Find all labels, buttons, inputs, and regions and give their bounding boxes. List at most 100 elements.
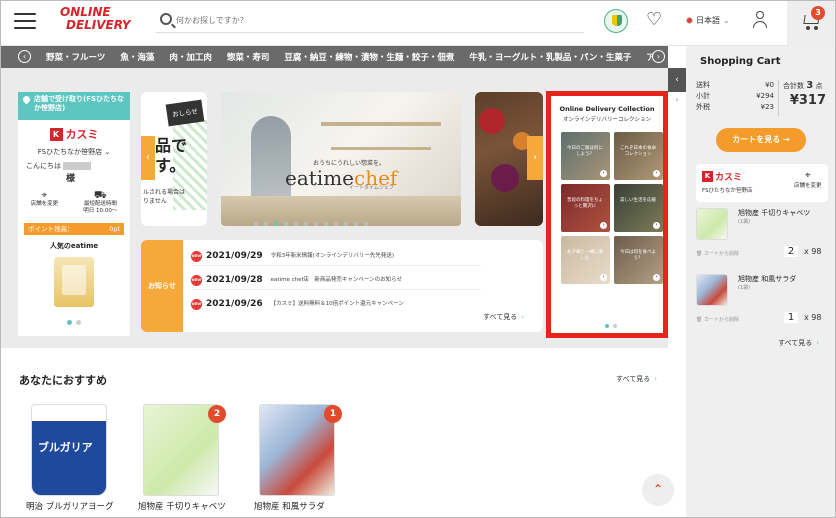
pager-dot[interactable]	[613, 324, 617, 328]
category-item[interactable]: 野菜・フルーツ	[46, 53, 105, 63]
pager-dot[interactable]	[254, 222, 258, 226]
quantity-input[interactable]: 2	[784, 246, 798, 257]
category-item[interactable]: 肉・加工肉	[169, 53, 212, 63]
cart-item-name[interactable]: 旭物産 和風サラダ	[738, 274, 796, 284]
kasumi-logo: K カスミ	[702, 170, 742, 183]
news-date: 2021/09/26	[206, 299, 263, 309]
recommend-section: あなたにおすすめ すべて見る› 明治 ブルガリアヨーグ 2 旭物産 千切りキャベ…	[0, 348, 668, 518]
product-card[interactable]: 明治 ブルガリアヨーグ	[26, 404, 113, 514]
pager-dot[interactable]	[67, 320, 72, 325]
recommend-more-link[interactable]: すべて見る ›	[616, 374, 657, 384]
news-text: 令和3年新米情報(オンラインデリバリー先先発送)	[270, 253, 394, 259]
search-icon[interactable]	[160, 13, 172, 25]
beginner-mark-icon[interactable]	[604, 9, 628, 33]
pager-dot[interactable]	[304, 222, 308, 226]
chevron-right-icon: ›	[653, 274, 660, 281]
cart-change-store-button[interactable]: ⌖ 店舗を変更	[794, 170, 822, 189]
category-item[interactable]: 魚・海藻	[120, 53, 154, 63]
chevron-left-icon: ‹	[675, 75, 679, 85]
quantity-input[interactable]: 1	[784, 312, 798, 323]
pager-dot[interactable]	[324, 222, 328, 226]
collection-pager	[603, 320, 619, 331]
remove-from-cart-button[interactable]: 🗑 カートから削除	[696, 250, 739, 257]
vegetable-image	[491, 164, 519, 192]
cart-title: Shopping Cart	[700, 56, 781, 67]
category-nav: ‹ 野菜・フルーツ 魚・海藻 肉・加工肉 惣菜・寿司 豆腐・納豆・練物・漬物・生麺・餃子…	[0, 46, 668, 68]
news-label: お知らせ	[141, 240, 183, 332]
vegetable-image	[479, 108, 505, 134]
pager-dot[interactable]	[274, 222, 278, 226]
product-card[interactable]: 2 旭物産 千切りキャベツ	[138, 404, 226, 514]
popular-product-image[interactable]	[54, 257, 94, 307]
pager-dot[interactable]	[314, 222, 318, 226]
chevron-right-icon: ›	[653, 222, 660, 229]
banner-prev-arrow-icon[interactable]: ‹	[141, 136, 155, 180]
news-item[interactable]: NEW 2021/09/26 【カスミ】送料無料＆10倍ポイント還元キャンペーン	[191, 294, 481, 314]
collection-title-jp: オンラインデリバリーコレクション	[562, 117, 651, 123]
chevron-right-icon: ›	[600, 170, 607, 177]
pager-dot[interactable]	[344, 222, 348, 226]
banner-next-arrow-icon[interactable]: ›	[527, 136, 543, 180]
banner-eatime-chef[interactable]: おうちにうれしい惣菜を。 eatimechef イートタイムシェフ	[221, 92, 461, 226]
product-card[interactable]: 1 旭物産 和風サラダ	[254, 404, 342, 514]
category-next-arrow-icon[interactable]: ›	[652, 50, 665, 63]
collection-tile[interactable]: 今日のご飯は何にしよう？ ›	[561, 132, 610, 180]
news-item[interactable]: NEW 2021/09/28 eatime chef店 新商品発売キャンペーンのお知…	[191, 270, 481, 290]
category-item[interactable]: 惣菜・寿司	[227, 53, 270, 63]
favorites-heart-icon[interactable]: ♡	[646, 11, 662, 29]
banner-notice-line2: す。	[155, 156, 186, 175]
category-prev-arrow-icon[interactable]: ‹	[18, 50, 31, 63]
pager-dot[interactable]	[284, 222, 288, 226]
cart-item: 旭物産 千切りキャベツ (1袋) 🗑 カートから削除 2 x 98	[696, 208, 828, 272]
store-card-header[interactable]: 店舗で受け取り(FSひたちなか笹野店)	[18, 92, 130, 120]
product-name: 旭物産 千切りキャベツ	[138, 502, 226, 512]
item-count-value: 3	[806, 80, 814, 91]
collection-tile[interactable]: 今日は何を食べよう？ ›	[614, 236, 663, 284]
collection-tile-text: お子様と一緒に楽しむ	[567, 250, 603, 261]
cart-item-image[interactable]	[696, 208, 728, 240]
pager-dot[interactable]	[334, 222, 338, 226]
change-store-button[interactable]: ⌖ 店舗を変更	[31, 191, 59, 215]
news-date: 2021/09/28	[206, 275, 263, 285]
pager-dot[interactable]	[294, 222, 298, 226]
search-input[interactable]	[176, 11, 576, 29]
category-item[interactable]: 牛乳・ヨーグルト・乳製品・パン・生菓子	[469, 53, 631, 63]
pager-dot[interactable]	[264, 222, 268, 226]
pager-dot[interactable]	[354, 222, 358, 226]
tax-row: 外税 ¥23	[696, 102, 774, 113]
category-item[interactable]: 豆腐・納豆・練物・漬物・生麺・餃子・佃煮	[284, 53, 454, 63]
language-selector[interactable]: 日本語 ⌄	[686, 15, 730, 26]
user-account-icon[interactable]	[752, 11, 768, 29]
cart-more-label: すべて見る	[778, 339, 813, 347]
subtotal-label: 小計	[696, 92, 710, 100]
store-card: 店舗で受け取り(FSひたちなか笹野店) K カスミ FSひたちなか笹野店 ⌄ こん…	[18, 92, 130, 336]
scroll-to-top-button[interactable]: ⌃	[642, 474, 674, 506]
search-bar	[156, 9, 584, 33]
cart-expand-arrow-icon[interactable]: ›	[668, 92, 686, 108]
site-logo[interactable]: ONLINE DELIVERY	[60, 6, 132, 40]
collection-tile[interactable]: お子様と一緒に楽しむ ›	[561, 236, 610, 284]
store-name[interactable]: FSひたちなか笹野店 ⌄	[18, 147, 130, 157]
greeting-text: こんにちは	[26, 162, 61, 170]
banner-pager	[251, 218, 371, 226]
pager-dot[interactable]	[76, 320, 81, 325]
cart-item-image[interactable]	[696, 274, 728, 306]
points-balance: ポイント残高： 0pt	[24, 223, 124, 235]
remove-from-cart-button[interactable]: 🗑 カートから削除	[696, 316, 739, 323]
news-more-link[interactable]: すべて見る ›	[483, 312, 524, 322]
truck-icon: ⛟	[94, 190, 107, 201]
menu-icon[interactable]	[14, 13, 36, 31]
header-cart-button[interactable]: 3	[787, 0, 836, 46]
news-item[interactable]: NEW 2021/09/29 令和3年新米情報(オンラインデリバリー先先発送)	[191, 246, 481, 266]
delivery-time-info: ⛟ 最短配送時間 明日 10:00〜	[83, 190, 117, 215]
pager-dot[interactable]	[364, 222, 368, 226]
collection-tile[interactable]: 美しい生活を応援 ›	[614, 184, 663, 232]
pager-dot[interactable]	[605, 324, 609, 328]
cart-collapse-button[interactable]: ‹	[668, 68, 686, 92]
view-cart-button[interactable]: カートを見る →	[716, 128, 806, 152]
cart-item-name[interactable]: 旭物産 千切りキャベツ	[738, 208, 810, 218]
cart-more-link[interactable]: すべて見る ›	[778, 338, 819, 348]
language-label: 日本語	[696, 16, 720, 25]
collection-tile[interactable]: これぞ日本の食卓コレクション ›	[614, 132, 663, 180]
collection-tile[interactable]: 普段の料理をちょっと贅沢に ›	[561, 184, 610, 232]
